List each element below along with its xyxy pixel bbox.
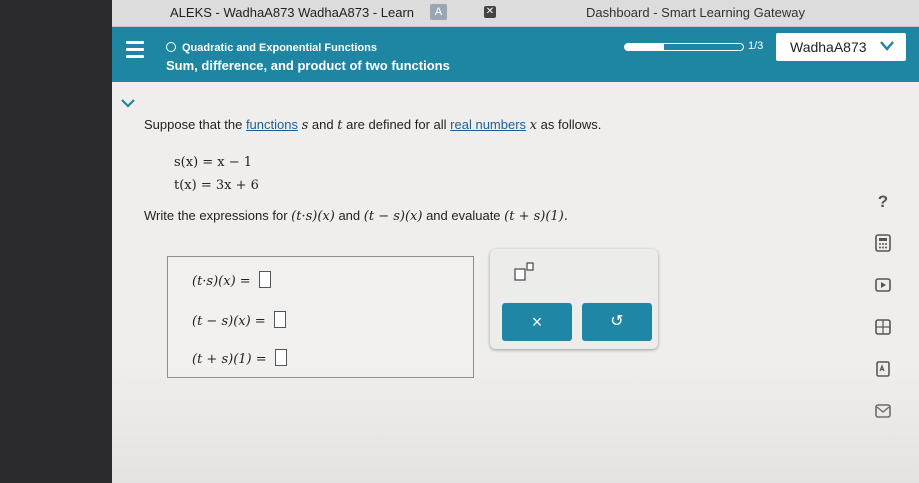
equation-t: t(x) = 3x + 6 bbox=[174, 178, 259, 193]
superscript-icon[interactable] bbox=[512, 261, 536, 283]
prompt-text: as follows. bbox=[540, 117, 602, 132]
real-numbers-link[interactable]: real numbers bbox=[450, 117, 526, 132]
expr-product: (t·s)(x) bbox=[291, 209, 335, 224]
progress-fill bbox=[625, 44, 664, 50]
progress-bar bbox=[624, 43, 744, 51]
video-icon[interactable] bbox=[874, 276, 892, 294]
prompt-text: Suppose that the bbox=[144, 117, 243, 132]
problem-prompt: Suppose that the functions s and t are d… bbox=[144, 117, 601, 133]
prompt-text: are defined for all bbox=[346, 117, 447, 132]
topic-circle-icon bbox=[166, 42, 176, 52]
user-menu[interactable]: WadhaA873 bbox=[776, 33, 906, 61]
answer-row: (t·s)(x) = bbox=[192, 271, 271, 289]
functions-link[interactable]: functions bbox=[246, 117, 298, 132]
close-icon[interactable]: ✕ bbox=[484, 6, 496, 18]
tab-badge: A bbox=[430, 4, 447, 20]
calculator-grid-icon[interactable] bbox=[874, 318, 892, 336]
var-x: x bbox=[529, 118, 538, 133]
instruction-text: and evaluate bbox=[426, 208, 501, 223]
chevron-down-icon bbox=[880, 41, 894, 51]
answer-label: (t − s)(x) = bbox=[192, 314, 266, 329]
answer-input-product[interactable] bbox=[258, 271, 271, 288]
calculator-icon[interactable] bbox=[874, 234, 892, 252]
instruction: Write the expressions for (t·s)(x) and (… bbox=[144, 208, 568, 224]
var-t: t bbox=[337, 118, 343, 133]
lighting-shade bbox=[112, 363, 919, 483]
math-tool-panel: × ↺ bbox=[490, 249, 658, 349]
answer-label: (t·s)(x) = bbox=[192, 274, 251, 289]
progress-count: 1/3 bbox=[748, 40, 764, 52]
second-window-title[interactable]: Dashboard - Smart Learning Gateway bbox=[586, 5, 805, 20]
lesson-title: Sum, difference, and product of two func… bbox=[166, 58, 450, 73]
instruction-text: Write the expressions for bbox=[144, 208, 288, 223]
hamburger-menu-icon[interactable] bbox=[126, 41, 144, 62]
tab-title[interactable]: ALEKS - WadhaA873 WadhaA873 - Learn bbox=[170, 5, 414, 20]
aleks-header: Quadratic and Exponential Functions Sum,… bbox=[112, 27, 919, 82]
clear-button[interactable]: × bbox=[502, 303, 572, 341]
screen: ALEKS - WadhaA873 WadhaA873 - Learn A ✕ … bbox=[112, 0, 919, 483]
undo-button[interactable]: ↺ bbox=[582, 303, 652, 341]
help-icon[interactable]: ? bbox=[874, 192, 892, 211]
prompt-text: and bbox=[311, 117, 334, 132]
answer-input-difference[interactable] bbox=[273, 311, 286, 328]
instruction-text: and bbox=[338, 208, 361, 223]
answer-row: (t − s)(x) = bbox=[192, 311, 286, 329]
chevron-down-icon[interactable] bbox=[120, 97, 136, 109]
expr-difference: (t − s)(x) bbox=[363, 209, 423, 224]
answer-box: (t·s)(x) = (t − s)(x) = (t + s)(1) = bbox=[167, 256, 474, 378]
browser-title-bar: ALEKS - WadhaA873 WadhaA873 - Learn A ✕ … bbox=[112, 0, 919, 27]
username: WadhaA873 bbox=[790, 39, 867, 55]
topic-row: Quadratic and Exponential Functions bbox=[166, 42, 377, 54]
equation-s: s(x) = x − 1 bbox=[174, 155, 253, 170]
problem-area: Suppose that the functions s and t are d… bbox=[112, 82, 919, 483]
expr-sum-eval: (t + s)(1). bbox=[504, 209, 568, 224]
var-s: s bbox=[301, 118, 309, 133]
topic-title: Quadratic and Exponential Functions bbox=[182, 42, 377, 54]
